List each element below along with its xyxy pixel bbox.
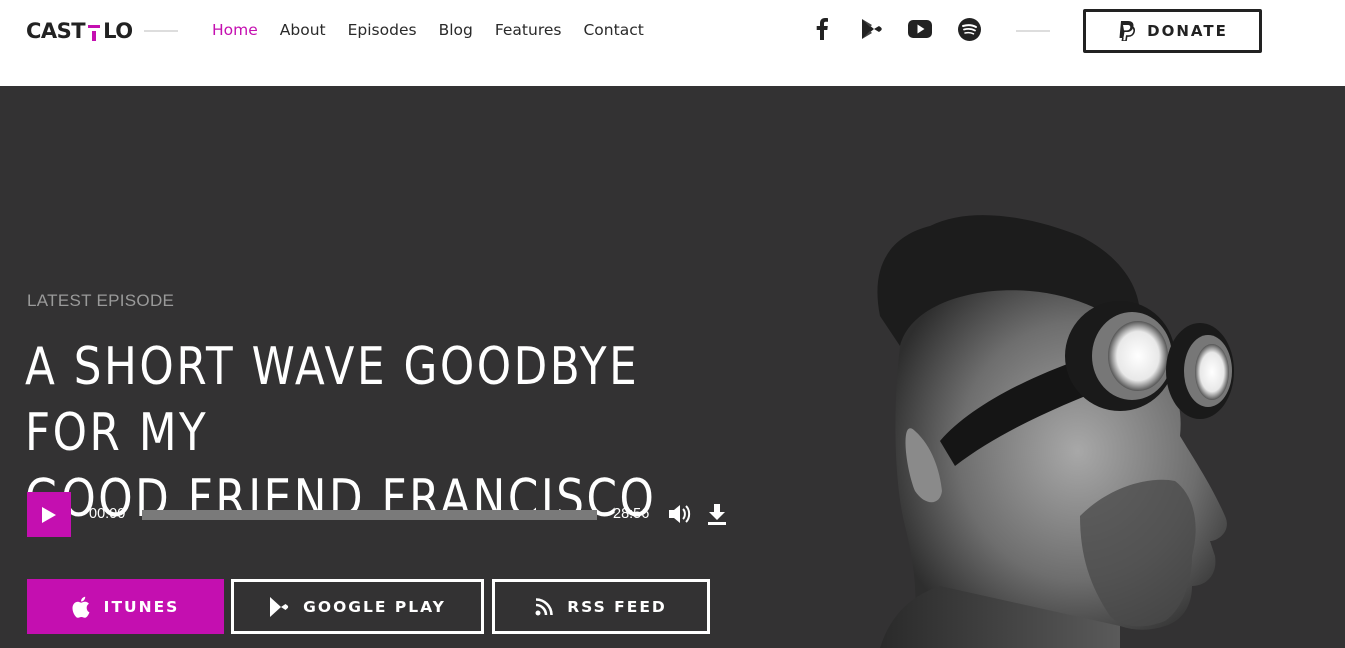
rss-icon xyxy=(535,597,554,615)
main-nav: Home About Episodes Blog Features Contac… xyxy=(212,20,666,40)
google-play-button[interactable]: GOOGLE PLAY xyxy=(231,579,484,634)
progress-bar[interactable] xyxy=(142,510,597,520)
donate-button[interactable]: DONATE xyxy=(1083,9,1262,53)
google-play-icon xyxy=(270,596,289,617)
nav-item-blog[interactable]: Blog xyxy=(439,20,473,40)
logo-text-right: LO xyxy=(103,19,133,43)
header-divider-right xyxy=(1016,30,1050,32)
nav-item-home[interactable]: Home xyxy=(212,20,258,40)
google-play-label: GOOGLE PLAY xyxy=(303,597,446,616)
play-icon xyxy=(42,506,56,523)
donate-label: DONATE xyxy=(1147,22,1228,40)
nav-item-features[interactable]: Features xyxy=(495,20,562,40)
episode-title-line-1: A SHORT WAVE GOODBYE FOR MY xyxy=(25,337,640,463)
itunes-label: ITUNES xyxy=(103,597,180,616)
microphone-icon xyxy=(87,18,101,44)
latest-episode-label: LATEST EPISODE xyxy=(27,291,175,310)
hero-portrait-image xyxy=(877,215,1234,648)
rss-feed-button[interactable]: RSS FEED xyxy=(492,579,710,634)
youtube-icon[interactable] xyxy=(908,17,932,41)
nav-item-episodes[interactable]: Episodes xyxy=(348,20,417,40)
current-time: 00:00 xyxy=(89,506,126,522)
apple-icon xyxy=(72,596,90,618)
rss-feed-label: RSS FEED xyxy=(567,597,667,616)
spotify-icon[interactable] xyxy=(957,17,981,41)
download-icon[interactable] xyxy=(706,502,728,526)
hero-section: LATEST EPISODE A SHORT WAVE GOODBYE FOR … xyxy=(0,86,1345,648)
nav-item-contact[interactable]: Contact xyxy=(583,20,643,40)
play-button[interactable] xyxy=(27,492,71,537)
duration-time: 28:56 xyxy=(613,506,650,522)
logo-text-left: CAST xyxy=(26,19,86,43)
nav-item-about[interactable]: About xyxy=(280,20,326,40)
google-play-icon[interactable] xyxy=(859,17,883,41)
social-links xyxy=(810,17,1006,41)
volume-icon[interactable] xyxy=(667,502,691,526)
itunes-button[interactable]: ITUNES xyxy=(27,579,224,634)
header-divider xyxy=(144,30,178,32)
site-header: CAST LO Home About Episodes Blog Feature… xyxy=(0,0,1345,86)
facebook-icon[interactable] xyxy=(810,17,834,41)
paypal-icon xyxy=(1119,21,1136,41)
site-logo[interactable]: CAST LO xyxy=(26,16,133,46)
audio-player: 00:00 28:56 xyxy=(27,492,737,537)
